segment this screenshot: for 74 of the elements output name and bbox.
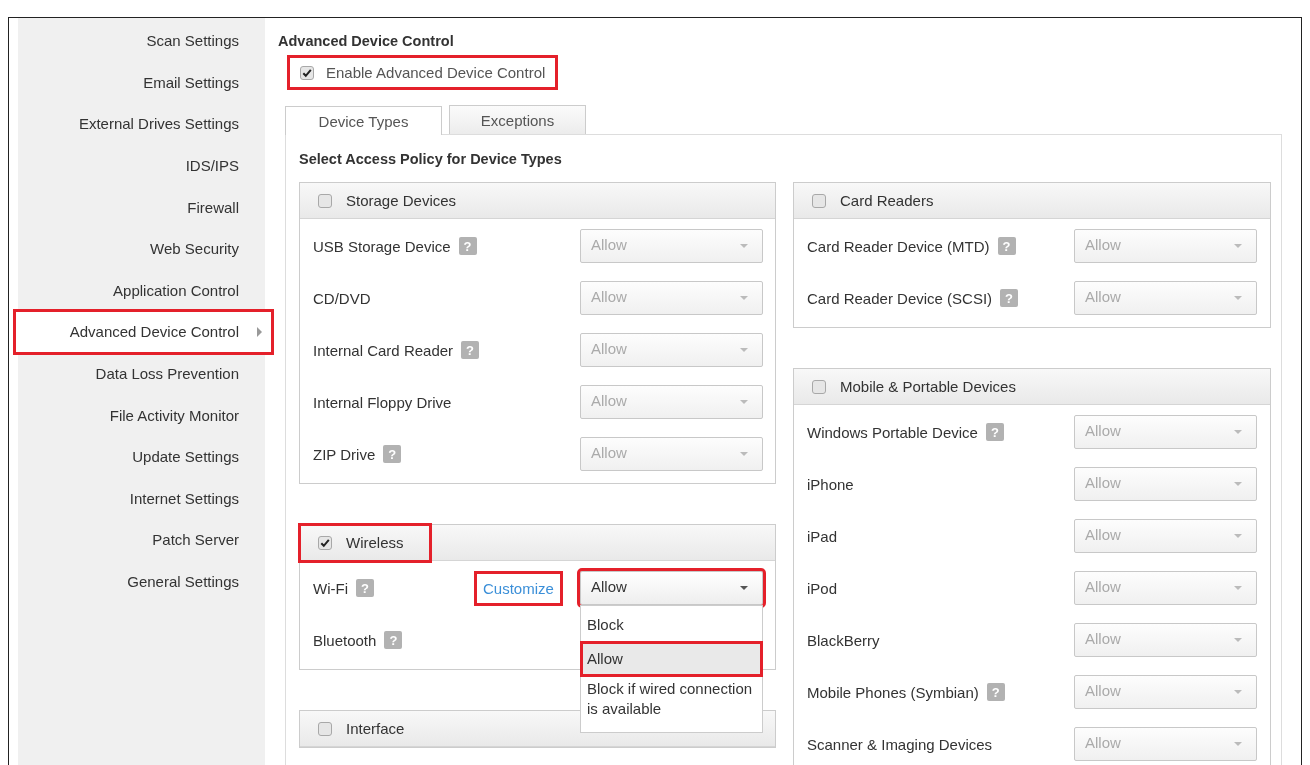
checkbox[interactable] xyxy=(300,65,314,80)
device-label: Mobile Phones (Symbian) xyxy=(807,683,979,701)
sidebar-item[interactable]: Advanced Device Control xyxy=(15,311,272,353)
section-heading: Select Access Policy for Device Types xyxy=(299,150,563,169)
sidebar-item[interactable]: Email Settings xyxy=(18,61,265,104)
caret-icon xyxy=(740,296,748,300)
sidebar-item[interactable]: Data Loss Prevention xyxy=(18,352,265,395)
device-label: Card Reader Device (MTD) xyxy=(807,237,990,255)
checkbox[interactable] xyxy=(318,535,332,550)
help-icon[interactable]: ? xyxy=(1000,289,1019,307)
sidebar-item[interactable]: General Settings xyxy=(18,560,265,603)
tab[interactable]: Device Types xyxy=(285,106,442,135)
sidebar-item[interactable]: IDS/IPS xyxy=(18,144,265,187)
device-label: iPod xyxy=(807,579,838,597)
device-label: Scanner & Imaging Devices xyxy=(807,735,993,753)
dropdown-option[interactable]: Allow xyxy=(581,642,762,676)
help-icon[interactable]: ? xyxy=(458,237,477,255)
caret-icon xyxy=(740,452,748,456)
panel-header: Storage Devices xyxy=(300,183,775,219)
device-label: ZIP Drive xyxy=(313,445,376,463)
caret-icon xyxy=(257,326,262,337)
customize-link[interactable]: Customize xyxy=(477,573,560,603)
device-label: iPhone xyxy=(807,475,854,493)
enable-checkbox-row[interactable]: Enable Advanced Device Control xyxy=(290,58,556,87)
caret-icon xyxy=(1234,482,1242,486)
caret-icon xyxy=(1234,296,1242,300)
device-label: Bluetooth xyxy=(313,631,377,649)
help-icon[interactable]: ? xyxy=(383,445,402,463)
device-label: Internal Card Reader xyxy=(313,341,454,359)
device-label: CD/DVD xyxy=(313,289,371,307)
help-icon[interactable]: ? xyxy=(356,579,374,597)
sidebar-item[interactable]: Update Settings xyxy=(18,435,265,478)
sidebar-item[interactable]: File Activity Monitor xyxy=(18,394,265,436)
sidebar-item[interactable]: Application Control xyxy=(18,269,265,312)
checkbox[interactable] xyxy=(812,193,826,208)
panel-header: Wireless xyxy=(300,525,775,561)
caret-icon xyxy=(740,244,748,248)
help-icon[interactable]: ? xyxy=(461,341,480,359)
dropdown-option[interactable]: Block xyxy=(581,608,762,642)
caret-icon xyxy=(740,400,748,404)
checkbox[interactable] xyxy=(318,193,332,208)
caret-icon xyxy=(740,348,748,352)
caret-icon xyxy=(1234,742,1242,746)
sidebar-item[interactable]: Firewall xyxy=(18,186,265,228)
device-label: Card Reader Device (SCSI) xyxy=(807,289,993,307)
sidebar-item[interactable]: Internet Settings xyxy=(18,477,265,520)
device-label: Internal Floppy Drive xyxy=(313,393,452,411)
help-icon[interactable]: ? xyxy=(985,423,1004,441)
caret-icon xyxy=(1234,534,1242,538)
tab[interactable]: Exceptions xyxy=(449,105,586,134)
caret-icon xyxy=(1234,638,1242,642)
checkbox[interactable] xyxy=(318,721,332,736)
caret-icon xyxy=(740,586,748,590)
sidebar-item[interactable]: External Drives Settings xyxy=(18,103,265,145)
sidebar-item[interactable]: Web Security xyxy=(18,227,265,270)
panel-header: Card Readers xyxy=(794,183,1270,219)
caret-icon xyxy=(1234,586,1242,590)
caret-icon xyxy=(1234,244,1242,248)
panel-header: Mobile & Portable Devices xyxy=(794,369,1270,405)
sidebar-item[interactable]: Scan Settings xyxy=(18,20,265,62)
caret-icon xyxy=(1234,690,1242,694)
caret-icon xyxy=(1234,430,1242,434)
device-label: USB Storage Device xyxy=(313,237,451,255)
device-label: Windows Portable Device xyxy=(807,423,978,441)
help-icon[interactable]: ? xyxy=(986,683,1005,701)
device-label: BlackBerry xyxy=(807,631,880,649)
checkbox[interactable] xyxy=(812,379,826,394)
sidebar-item[interactable]: Patch Server xyxy=(18,519,265,561)
device-label: iPad xyxy=(807,527,838,545)
help-icon[interactable]: ? xyxy=(997,237,1016,255)
device-label: Wi-Fi xyxy=(313,579,348,597)
help-icon[interactable]: ? xyxy=(384,631,403,649)
dropdown-select[interactable]: Allow xyxy=(580,571,763,605)
page-title: Advanced Device Control xyxy=(278,32,455,51)
